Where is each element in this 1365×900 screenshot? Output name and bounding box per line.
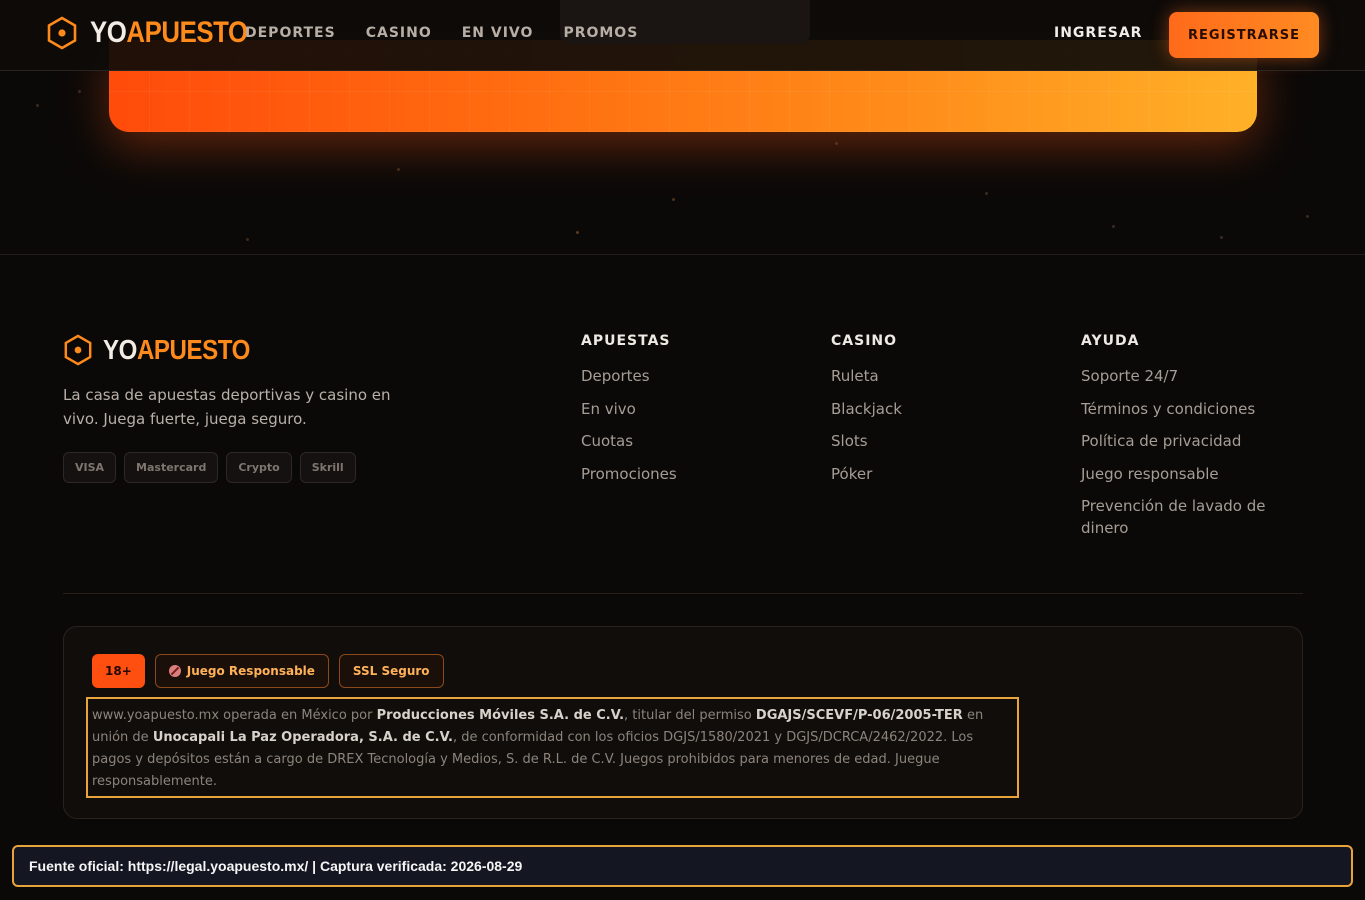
footer-link-juego-responsable[interactable]: Juego responsable <box>1081 463 1281 485</box>
ssl-badge: SSL Seguro <box>338 654 444 688</box>
age-badge: 18+ <box>92 654 145 688</box>
footer-brand-logo[interactable]: YOAPUESTO <box>63 334 274 366</box>
operator-name: Producciones Móviles S.A. de C.V. <box>376 708 625 723</box>
legal-text-part: , titular del permiso <box>624 708 756 723</box>
decor-dot <box>835 142 838 145</box>
nav-deportes[interactable]: DEPORTES <box>245 25 336 41</box>
nav-promos[interactable]: PROMOS <box>563 25 638 41</box>
footer-tagline: La casa de apuestas deportivas y casino … <box>63 386 391 428</box>
footer-column-title: CASINO <box>831 333 898 349</box>
payment-methods: VISA Mastercard Crypto Skrill <box>63 452 356 483</box>
decor-dot <box>576 231 579 234</box>
decor-dot <box>1220 236 1223 239</box>
footer-link-poker[interactable]: Póker <box>831 463 1031 485</box>
payment-badge-mastercard: Mastercard <box>124 452 219 483</box>
footer-link-cuotas[interactable]: Cuotas <box>581 430 781 452</box>
decor-dot <box>1112 225 1115 228</box>
top-header: YOAPUESTO DEPORTES CASINO EN VIVO PROMOS… <box>0 0 1365 71</box>
responsible-gaming-label: Juego Responsable <box>186 664 315 678</box>
footer-brand-wordmark: YOAPUESTO <box>103 334 250 365</box>
payment-badge-visa: VISA <box>63 452 117 483</box>
footer-link-lavado-dinero[interactable]: Prevención de lavado de dinero <box>1081 495 1281 539</box>
payment-badge-skrill: Skrill <box>299 452 356 483</box>
decor-dot <box>1306 215 1309 218</box>
decor-dot <box>985 192 988 195</box>
footer-link-slots[interactable]: Slots <box>831 430 1031 452</box>
footer-link-soporte[interactable]: Soporte 24/7 <box>1081 365 1281 387</box>
footer-divider <box>63 593 1303 594</box>
no-minors-icon <box>168 665 181 677</box>
payment-badge-crypto: Crypto <box>226 452 292 483</box>
decor-dot <box>36 104 39 107</box>
nav-en-vivo[interactable]: EN VIVO <box>462 25 534 41</box>
footer-link-deportes[interactable]: Deportes <box>581 365 781 387</box>
section-divider <box>0 254 1365 255</box>
brand-logo[interactable]: YOAPUESTO <box>46 16 273 50</box>
login-button[interactable]: INGRESAR <box>1054 25 1142 41</box>
footer-column-apuestas: APUESTAS Deportes En vivo Cuotas Promoci… <box>581 333 781 495</box>
decor-dot <box>672 198 675 201</box>
footer-column-casino: CASINO Ruleta Blackjack Slots Póker <box>831 333 1031 495</box>
register-button[interactable]: REGISTRARSE <box>1169 12 1319 58</box>
trust-badges: 18+ Juego Responsable SSL Seguro <box>92 654 444 688</box>
main-nav: DEPORTES CASINO EN VIVO PROMOS <box>245 25 668 41</box>
decor-dot <box>246 238 249 241</box>
footer-column-title: AYUDA <box>1081 333 1140 349</box>
footer-column-title: APUESTAS <box>581 333 671 349</box>
nav-casino[interactable]: CASINO <box>366 25 432 41</box>
brand-wordmark: YOAPUESTO <box>90 16 248 49</box>
footer-link-promociones[interactable]: Promociones <box>581 463 781 485</box>
source-verification-bar: Fuente oficial: https://legal.yoapuesto.… <box>12 845 1353 887</box>
footer-link-ruleta[interactable]: Ruleta <box>831 365 1031 387</box>
responsible-gaming-badge[interactable]: Juego Responsable <box>154 654 329 688</box>
footer-link-blackjack[interactable]: Blackjack <box>831 398 1031 420</box>
decor-dot <box>78 90 81 93</box>
footer-link-terminos[interactable]: Términos y condiciones <box>1081 398 1281 420</box>
footer-link-privacidad[interactable]: Política de privacidad <box>1081 430 1281 452</box>
hexagon-logo-icon <box>64 334 92 366</box>
hexagon-logo-icon <box>47 16 77 50</box>
permit-number: DGAJS/SCEVF/P-06/2005-TER <box>755 708 963 723</box>
decor-dot <box>397 168 400 171</box>
footer-column-ayuda: AYUDA Soporte 24/7 Términos y condicione… <box>1081 333 1281 550</box>
partner-name: Unocapali La Paz Operadora, S.A. de C.V. <box>152 730 453 745</box>
footer-link-en-vivo[interactable]: En vivo <box>581 398 781 420</box>
legal-text-part: www.yoapuesto.mx operada en México por <box>92 708 377 723</box>
legal-disclaimer: www.yoapuesto.mx operada en México por P… <box>86 697 1019 798</box>
